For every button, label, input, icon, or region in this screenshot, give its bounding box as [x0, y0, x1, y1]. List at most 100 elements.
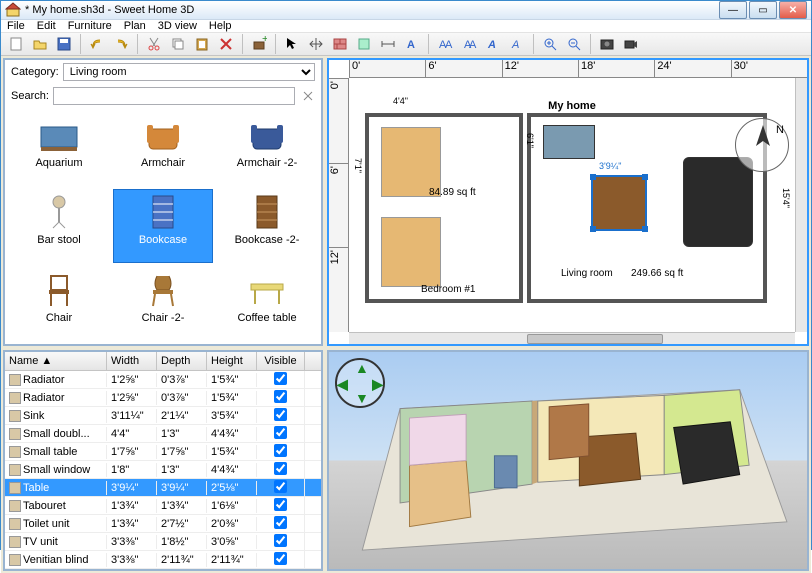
svg-text:A: A: [407, 39, 415, 51]
text-style-icon[interactable]: A: [506, 33, 528, 55]
furniture-thumb-icon: [139, 115, 187, 155]
new-icon[interactable]: [5, 33, 27, 55]
delete-icon[interactable]: [215, 33, 237, 55]
visible-checkbox[interactable]: [274, 480, 287, 493]
selected-table[interactable]: [591, 175, 647, 231]
catalog-item[interactable]: Bar stool: [9, 189, 109, 262]
table-header[interactable]: Name ▲ Width Depth Height Visible: [5, 352, 321, 371]
minimize-button[interactable]: —: [719, 1, 747, 19]
3d-render: [329, 352, 807, 569]
search-input[interactable]: [53, 87, 295, 105]
visible-checkbox[interactable]: [274, 408, 287, 421]
video-icon[interactable]: [620, 33, 642, 55]
open-icon[interactable]: [29, 33, 51, 55]
save-icon[interactable]: [53, 33, 75, 55]
table-row[interactable]: Small doubl...4'4"1'3"4'4¾": [5, 425, 321, 443]
visible-checkbox[interactable]: [274, 390, 287, 403]
catalog-item-label: Bar stool: [37, 234, 80, 246]
table-row[interactable]: Toilet unit1'3¾"2'7½"2'0⅜": [5, 515, 321, 533]
menu-3dview[interactable]: 3D view: [158, 20, 197, 32]
menu-file[interactable]: File: [7, 20, 25, 32]
visible-checkbox[interactable]: [274, 534, 287, 547]
compass-icon[interactable]: N: [735, 118, 789, 172]
menu-edit[interactable]: Edit: [37, 20, 56, 32]
select-tool-icon[interactable]: [281, 33, 303, 55]
plan-canvas[interactable]: My home 4'4" 84.89 sq ft Bedroom #1 7'1": [349, 78, 795, 332]
catalog-item[interactable]: Armchair -2-: [217, 112, 317, 185]
view-3d[interactable]: ▲ ▼ ◀ ▶: [327, 350, 809, 571]
furniture-thumb-icon: [35, 192, 83, 232]
visible-checkbox[interactable]: [274, 552, 287, 565]
furniture-row-icon: [9, 392, 21, 404]
svg-text:A: A: [487, 39, 496, 51]
svg-text:A: A: [469, 39, 477, 51]
visible-checkbox[interactable]: [274, 462, 287, 475]
bed-2[interactable]: [381, 217, 441, 287]
table-row[interactable]: Small table1'7⅝"1'7⅝"1'5¾": [5, 443, 321, 461]
catalog-item[interactable]: Bookcase: [113, 189, 213, 262]
visible-checkbox[interactable]: [274, 426, 287, 439]
table-row[interactable]: Radiator1'2⅝"0'3⅞"1'5¾": [5, 371, 321, 389]
visible-checkbox[interactable]: [274, 444, 287, 457]
plan-scrollbar-v[interactable]: [795, 78, 807, 332]
menu-furniture[interactable]: Furniture: [68, 20, 112, 32]
room-living[interactable]: 3'9¼" Living room 249.66 sq ft: [527, 113, 767, 303]
close-button[interactable]: ✕: [779, 1, 807, 19]
ruler-horizontal: 0'6'12'18'24'30': [349, 60, 807, 78]
titlebar[interactable]: * My home.sh3d - Sweet Home 3D — ▭ ✕: [1, 1, 811, 20]
catalog-item[interactable]: Chair: [9, 267, 109, 340]
plan-scrollbar-h[interactable]: [349, 332, 795, 344]
pan-tool-icon[interactable]: [305, 33, 327, 55]
visible-checkbox[interactable]: [274, 516, 287, 529]
room-tool-icon[interactable]: [353, 33, 375, 55]
menu-help[interactable]: Help: [209, 20, 232, 32]
svg-text:A: A: [511, 39, 519, 51]
text-italic-icon[interactable]: A: [482, 33, 504, 55]
add-furniture-icon[interactable]: +: [248, 33, 270, 55]
table-row[interactable]: Radiator1'2⅝"0'3⅞"1'5¾": [5, 389, 321, 407]
catalog-item-label: Coffee table: [237, 312, 296, 324]
catalog-item[interactable]: Bookcase -2-: [217, 189, 317, 262]
maximize-button[interactable]: ▭: [749, 1, 777, 19]
catalog-item[interactable]: Coffee table: [217, 267, 317, 340]
table-row[interactable]: Tabouret1'3¾"1'3¾"1'6⅛": [5, 497, 321, 515]
zoom-out-icon[interactable]: [563, 33, 585, 55]
plan-2d[interactable]: 0'6'12'18'24'30' 0'6'12' My home 4'4" 84…: [327, 58, 809, 346]
furniture-row-icon: [9, 464, 21, 476]
catalog-item[interactable]: Aquarium: [9, 112, 109, 185]
photo-icon[interactable]: [596, 33, 618, 55]
table-row[interactable]: Table3'9¼"3'9¼"2'5⅛": [5, 479, 321, 497]
text-bold-icon[interactable]: AA: [434, 33, 456, 55]
desk[interactable]: [543, 125, 595, 159]
visible-checkbox[interactable]: [274, 372, 287, 385]
undo-icon[interactable]: [86, 33, 108, 55]
visible-checkbox[interactable]: [274, 498, 287, 511]
redo-icon[interactable]: [110, 33, 132, 55]
furniture-list: Name ▲ Width Depth Height Visible Radiat…: [3, 350, 323, 571]
text-small-icon[interactable]: AA: [458, 33, 480, 55]
furniture-catalog: Category: Living room Search: AquariumAr…: [3, 58, 323, 346]
furniture-row-icon: [9, 554, 21, 566]
menu-plan[interactable]: Plan: [124, 20, 146, 32]
catalog-item[interactable]: Chair -2-: [113, 267, 213, 340]
catalog-item[interactable]: Armchair: [113, 112, 213, 185]
wall-tool-icon[interactable]: [329, 33, 351, 55]
clear-search-icon[interactable]: [301, 89, 315, 103]
table-row[interactable]: Small window1'8"1'3"4'4¾": [5, 461, 321, 479]
table-row[interactable]: TV unit3'3⅜"1'8½"3'0⅝": [5, 533, 321, 551]
dimension-tool-icon[interactable]: [377, 33, 399, 55]
furniture-row-icon: [9, 428, 21, 440]
copy-icon[interactable]: [167, 33, 189, 55]
table-row[interactable]: Sink3'11¼"2'1¼"3'5¾": [5, 407, 321, 425]
left-panel: Category: Living room Search: AquariumAr…: [1, 56, 325, 573]
furniture-thumb-icon: [139, 192, 187, 232]
room-bedroom[interactable]: 84.89 sq ft Bedroom #1: [365, 113, 523, 303]
app-window: * My home.sh3d - Sweet Home 3D — ▭ ✕ Fil…: [0, 0, 812, 550]
table-row[interactable]: Venitian blind3'3⅜"2'11¾"2'11¾": [5, 551, 321, 569]
category-select[interactable]: Living room: [63, 63, 315, 81]
text-tool-icon[interactable]: A: [401, 33, 423, 55]
paste-icon[interactable]: [191, 33, 213, 55]
cut-icon[interactable]: [143, 33, 165, 55]
zoom-in-icon[interactable]: [539, 33, 561, 55]
svg-text:A: A: [445, 39, 453, 51]
